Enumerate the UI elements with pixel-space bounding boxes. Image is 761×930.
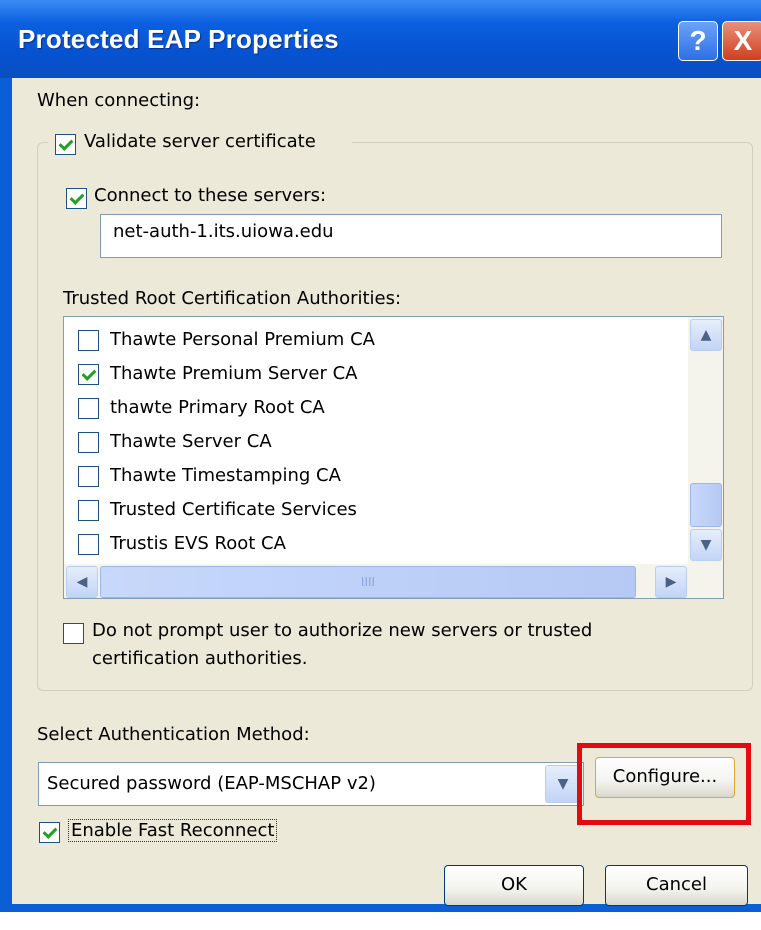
list-item-label: Trusted Certificate Services: [110, 499, 357, 520]
fast-reconnect-checkbox[interactable]: [39, 822, 60, 843]
scroll-right-icon[interactable]: ▶: [655, 566, 687, 598]
help-button[interactable]: ?: [678, 21, 718, 61]
list-item-label: Thawte Server CA: [110, 431, 272, 452]
list-item-label: Thawte Personal Premium CA: [110, 329, 375, 350]
auth-method-value: Secured password (EAP-MSCHAP v2): [47, 773, 376, 794]
chevron-down-icon[interactable]: ▼: [545, 765, 581, 803]
do-not-prompt-checkbox[interactable]: [63, 623, 84, 644]
trusted-root-list[interactable]: Thawte Personal Premium CA Thawte Premiu…: [63, 316, 724, 599]
list-item-checkbox[interactable]: [78, 398, 99, 419]
cancel-button[interactable]: Cancel: [605, 865, 748, 906]
ok-button[interactable]: OK: [444, 865, 584, 906]
do-not-prompt-label-line2: certification authorities.: [92, 648, 308, 669]
scroll-up-icon[interactable]: ▲: [690, 319, 722, 351]
connect-servers-checkbox[interactable]: [66, 188, 87, 209]
dialog-body: When connecting: Validate server certifi…: [12, 78, 761, 906]
list-item-label: thawte Primary Root CA: [110, 397, 325, 418]
highlight-box: [577, 743, 751, 825]
list-item-label: Trustis EVS Root CA: [110, 533, 286, 554]
servers-input-value: net-auth-1.its.uiowa.edu: [113, 221, 334, 242]
list-item-checkbox[interactable]: [78, 364, 99, 385]
do-not-prompt-label-line1: Do not prompt user to authorize new serv…: [92, 620, 593, 641]
list-item[interactable]: Trusted Certificate Services: [64, 495, 684, 529]
validate-server-checkbox[interactable]: [55, 134, 76, 155]
horizontal-scrollbar[interactable]: ◀ IIII ▶: [64, 564, 723, 598]
scroll-down-icon[interactable]: ▼: [690, 529, 722, 561]
list-item-checkbox[interactable]: [78, 500, 99, 521]
list-item-checkbox[interactable]: [78, 330, 99, 351]
list-item[interactable]: Thawte Timestamping CA: [64, 461, 684, 495]
window-title: Protected EAP Properties: [18, 24, 339, 54]
when-connecting-label: When connecting:: [37, 90, 201, 111]
horizontal-scroll-thumb[interactable]: IIII: [100, 566, 636, 598]
list-item[interactable]: Trustis EVS Root CA: [64, 529, 684, 563]
trusted-root-label: Trusted Root Certification Authorities:: [63, 288, 402, 309]
close-button[interactable]: X: [722, 21, 761, 61]
fast-reconnect-label: Enable Fast Reconnect: [68, 819, 278, 842]
vertical-scroll-thumb[interactable]: [690, 483, 722, 527]
scroll-left-icon[interactable]: ◀: [66, 566, 98, 598]
auth-method-select[interactable]: Secured password (EAP-MSCHAP v2) ▼: [38, 762, 584, 806]
servers-input[interactable]: net-auth-1.its.uiowa.edu: [100, 214, 722, 258]
list-item[interactable]: Thawte Server CA: [64, 427, 684, 461]
list-item-checkbox[interactable]: [78, 466, 99, 487]
list-item[interactable]: Thawte Personal Premium CA: [64, 325, 684, 359]
list-item-label: Thawte Premium Server CA: [110, 363, 358, 384]
vertical-scrollbar[interactable]: ▲ ▼: [688, 317, 723, 564]
validate-server-label: Validate server certificate: [84, 131, 316, 152]
connect-servers-label: Connect to these servers:: [94, 185, 327, 206]
dialog-window: Protected EAP Properties ? X When connec…: [0, 0, 761, 912]
list-item-label: Thawte Timestamping CA: [110, 465, 341, 486]
list-item-checkbox[interactable]: [78, 432, 99, 453]
auth-method-label: Select Authentication Method:: [37, 724, 310, 745]
list-item[interactable]: Thawte Premium Server CA: [64, 359, 684, 393]
list-item-checkbox[interactable]: [78, 534, 99, 555]
list-item[interactable]: thawte Primary Root CA: [64, 393, 684, 427]
title-bar[interactable]: Protected EAP Properties ? X: [0, 0, 761, 78]
